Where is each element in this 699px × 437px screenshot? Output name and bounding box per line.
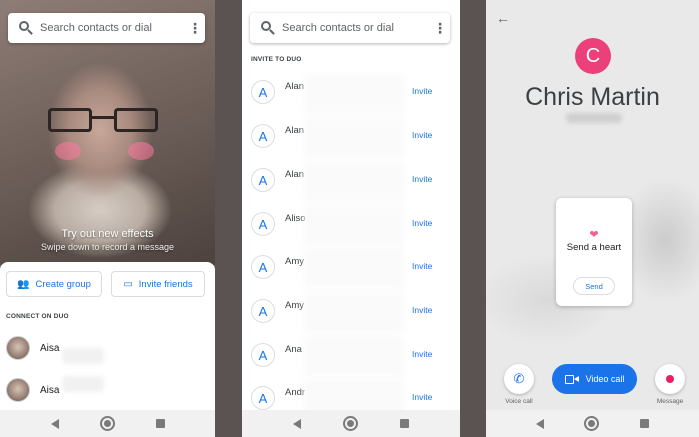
system-nav-bar: [242, 410, 460, 437]
back-arrow-icon[interactable]: ←: [496, 10, 510, 26]
message-button[interactable]: [655, 364, 685, 394]
contact-name: Alan: [285, 81, 305, 92]
contact-name: Aisa: [40, 384, 60, 396]
more-menu-icon[interactable]: ⋮: [185, 13, 205, 43]
invite-button[interactable]: Invite: [412, 349, 432, 359]
avatar: A: [251, 386, 275, 410]
glasses-overlay: [48, 108, 158, 134]
system-nav-bar: [486, 410, 699, 437]
home-nav-icon[interactable]: [584, 416, 600, 431]
invite-button[interactable]: Invite: [412, 174, 432, 184]
search-input[interactable]: Search contacts or dial: [40, 22, 185, 34]
avatar: A: [251, 343, 275, 367]
redacted-blur: [566, 113, 622, 123]
contact-name: Ana (: [285, 344, 305, 355]
effect-blush-left: [55, 142, 81, 160]
create-group-button[interactable]: 👥 Create group: [6, 271, 102, 297]
home-nav-icon[interactable]: [343, 416, 358, 431]
effect-blush-right: [128, 142, 154, 160]
send-heart-button[interactable]: Send: [573, 277, 615, 295]
heart-icon: ❤: [589, 229, 599, 241]
more-menu-icon[interactable]: ⋮: [430, 13, 450, 43]
redacted-blur: [304, 249, 404, 289]
system-nav-bar: [0, 410, 215, 437]
section-label: INVITE TO DUO: [251, 56, 302, 63]
voice-call-label: Voice call: [505, 398, 533, 405]
search-bar[interactable]: Search contacts or dial ⋮: [250, 13, 450, 43]
invite-button[interactable]: Invite: [412, 218, 432, 228]
search-icon: [254, 13, 282, 43]
redacted-blur: [304, 337, 404, 377]
voice-call-button[interactable]: ✆: [504, 364, 534, 394]
contact-name: Amy: [285, 256, 304, 267]
avatar: A: [251, 168, 275, 192]
effects-title: Try out new effects: [61, 228, 154, 240]
list-item[interactable]: Aisa: [6, 333, 211, 363]
list-item: A Alan Invite: [242, 116, 460, 160]
recents-nav-icon[interactable]: [639, 419, 649, 428]
invite-button[interactable]: Invite: [412, 305, 432, 315]
heart-card-title: Send a heart: [566, 242, 622, 253]
duo-home-screen: Search contacts or dial ⋮ Try out new ef…: [0, 0, 215, 437]
invite-friends-label: Invite friends: [138, 278, 193, 290]
video-call-button[interactable]: Video call: [552, 364, 637, 394]
invite-friends-button[interactable]: ▭ Invite friends: [111, 271, 205, 297]
phone-icon: ✆: [513, 371, 525, 386]
contact-name: Andr: [285, 387, 305, 398]
back-nav-icon[interactable]: [536, 418, 545, 429]
redacted-blur: [304, 162, 404, 202]
invite-button[interactable]: Invite: [412, 86, 432, 96]
redacted-blur: [304, 293, 404, 333]
redacted-blur: [304, 118, 404, 158]
section-label: CONNECT ON DUO: [6, 313, 69, 320]
invite-button[interactable]: Invite: [412, 392, 432, 402]
contact-name: Aisa: [40, 342, 60, 354]
recents-nav-icon[interactable]: [155, 419, 165, 428]
back-nav-icon[interactable]: [50, 418, 59, 429]
invite-button[interactable]: Invite: [412, 261, 432, 271]
bottom-sheet: 👥 Create group ▭ Invite friends CONNECT …: [0, 262, 215, 410]
message-label: Message: [656, 398, 684, 405]
search-bar[interactable]: Search contacts or dial ⋮: [8, 13, 205, 43]
invite-screen: Search contacts or dial ⋮ INVITE TO DUO …: [242, 0, 460, 437]
redacted-blur: [62, 376, 104, 392]
list-item: A Aliso Invite: [242, 204, 460, 248]
list-item: A Alan Invite: [242, 72, 460, 116]
avatar: [6, 378, 30, 402]
avatar: A: [251, 212, 275, 236]
group-icon: 👥: [17, 278, 30, 290]
contact-name: Amy: [285, 300, 304, 311]
invite-button[interactable]: Invite: [412, 130, 432, 140]
list-item: A Amy Invite: [242, 291, 460, 335]
contact-name: Alan: [285, 125, 305, 136]
back-nav-icon[interactable]: [293, 418, 301, 429]
record-dot-icon: [666, 375, 674, 383]
search-input[interactable]: Search contacts or dial: [282, 22, 430, 34]
recents-nav-icon[interactable]: [400, 419, 409, 428]
send-heart-card: ❤ Send a heart Send: [556, 198, 632, 306]
list-item: A Alan Invite: [242, 160, 460, 204]
message-icon: ▭: [123, 278, 133, 290]
search-icon: [12, 13, 40, 43]
redacted-blur: [304, 74, 404, 114]
redacted-blur: [62, 348, 104, 364]
video-camera-icon: [564, 374, 579, 384]
home-nav-icon[interactable]: [99, 416, 115, 431]
contact-name: Alan: [285, 169, 305, 180]
video-call-label: Video call: [585, 374, 625, 384]
list-item: A Amy Invite: [242, 247, 460, 291]
list-item: A Ana ( Invite: [242, 335, 460, 379]
avatar: A: [251, 80, 275, 104]
redacted-blur: [304, 206, 404, 246]
contact-name: Chris Martin: [525, 83, 660, 111]
list-item[interactable]: Aisa: [6, 375, 211, 405]
avatar: C: [575, 38, 611, 74]
avatar: A: [251, 299, 275, 323]
create-group-label: Create group: [35, 278, 91, 290]
effects-subtitle: Swipe down to record a message: [40, 242, 175, 252]
avatar: A: [251, 255, 275, 279]
contact-detail-screen: ← C Chris Martin ❤ Send a heart Send ✆ V…: [486, 0, 699, 437]
avatar: [6, 336, 30, 360]
avatar: A: [251, 124, 275, 148]
